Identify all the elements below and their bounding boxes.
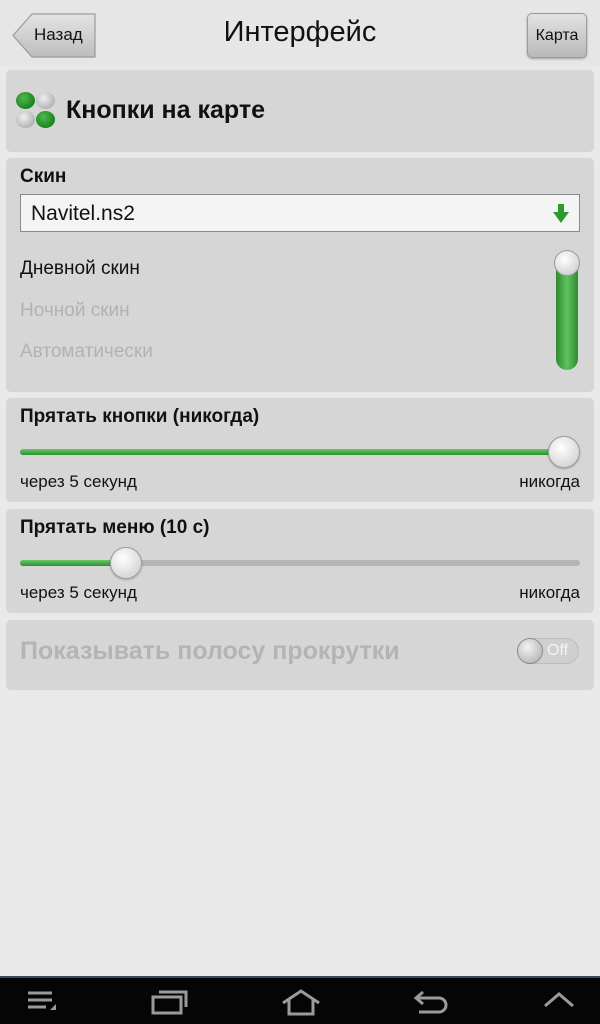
map-button[interactable]: Карта	[527, 13, 587, 58]
skin-select-value: Navitel.ns2	[31, 202, 135, 225]
home-icon[interactable]	[280, 988, 322, 1016]
skin-option-day[interactable]: Дневной скин	[20, 258, 140, 280]
page-title: Интерфейс	[223, 16, 377, 48]
hide-menu-max-label: никогда	[519, 583, 580, 602]
hide-menu-slider[interactable]	[20, 547, 580, 579]
scrollbar-toggle[interactable]: Off	[517, 638, 579, 664]
scrollbar-label: Показывать полосу прокрутки	[20, 637, 400, 665]
system-nav-bar	[0, 976, 600, 1024]
top-bar: Назад Интерфейс Карта	[0, 0, 600, 66]
chevron-up-icon[interactable]	[542, 988, 576, 1012]
skin-select[interactable]: Navitel.ns2	[20, 194, 580, 232]
back-icon[interactable]	[413, 988, 449, 1016]
scrollbar-toggle-label: Off	[547, 642, 569, 659]
hide-buttons-slider[interactable]	[20, 436, 580, 468]
hide-buttons-slider-knob[interactable]	[548, 436, 580, 468]
hide-buttons-max-label: никогда	[519, 472, 580, 491]
skin-panel: Скин Navitel.ns2 Дневной скин Ночной ски…	[6, 158, 594, 392]
scrollbar-toggle-knob	[517, 638, 543, 664]
hide-buttons-label: Прятать кнопки (никогда)	[20, 406, 260, 427]
dropdown-arrow-icon	[553, 204, 569, 223]
hide-menu-min-label: через 5 секунд	[20, 583, 137, 602]
skin-option-night[interactable]: Ночной скин	[20, 300, 130, 322]
scrollbar-panel: Показывать полосу прокрутки Off	[6, 620, 594, 690]
hide-buttons-slider-fill	[20, 449, 580, 455]
skin-option-auto[interactable]: Автоматически	[20, 341, 153, 363]
menu-icon[interactable]	[26, 988, 58, 1014]
skin-label: Скин	[20, 166, 67, 187]
hide-menu-label: Прятать меню (10 с)	[20, 517, 210, 538]
skin-picker-knob[interactable]	[554, 250, 580, 276]
hide-buttons-panel: Прятать кнопки (никогда) через 5 секунд …	[6, 398, 594, 502]
map-buttons-panel[interactable]: Кнопки на карте	[6, 70, 594, 152]
hide-menu-panel: Прятать меню (10 с) через 5 секунд никог…	[6, 509, 594, 613]
hide-buttons-min-label: через 5 секунд	[20, 472, 137, 491]
map-buttons-title: Кнопки на карте	[66, 96, 266, 124]
recent-apps-icon[interactable]	[151, 988, 189, 1016]
map-buttons-icon	[16, 92, 56, 132]
hide-menu-slider-knob[interactable]	[110, 547, 142, 579]
